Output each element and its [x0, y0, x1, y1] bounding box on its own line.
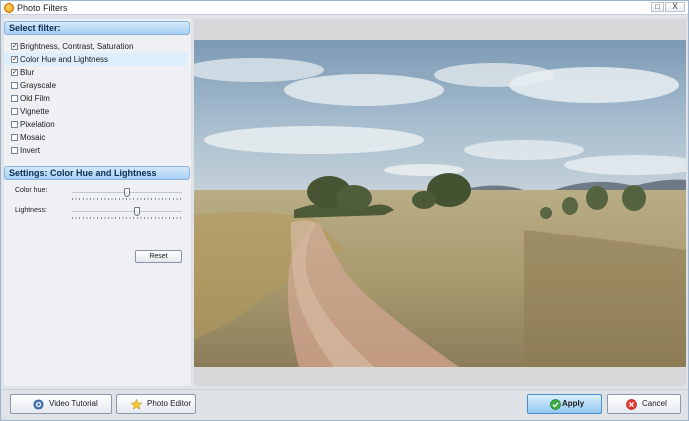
close-button[interactable]: X — [665, 2, 685, 12]
filter-checkbox[interactable] — [11, 108, 18, 115]
maximize-button[interactable]: □ — [651, 2, 664, 12]
lightness-label: Lightness: — [15, 207, 47, 214]
filter-item-mosaic[interactable]: Mosaic — [4, 131, 188, 144]
settings-header: Settings: Color Hue and Lightness — [4, 166, 190, 180]
preview-photo — [194, 40, 686, 367]
photo-editor-button[interactable]: Photo Editor — [116, 394, 196, 414]
lightness-slider[interactable] — [72, 203, 182, 225]
filter-list: ✓ Brightness, Contrast, Saturation ✓ Col… — [4, 40, 188, 157]
cancel-label: Cancel — [642, 399, 667, 408]
color-hue-label: Color hue: — [15, 187, 48, 194]
video-tutorial-icon — [33, 399, 44, 410]
filter-item-blur[interactable]: ✓ Blur — [4, 66, 188, 79]
slider-ticks — [72, 198, 182, 200]
slider-thumb[interactable] — [124, 188, 130, 197]
apply-label: Apply — [562, 399, 585, 408]
filter-checkbox[interactable] — [11, 121, 18, 128]
check-circle-icon — [550, 399, 561, 410]
window-title: Photo Filters — [17, 3, 68, 13]
filter-label: Blur — [20, 68, 35, 77]
filter-label: Pixelation — [20, 120, 55, 129]
video-tutorial-button[interactable]: Video Tutorial — [10, 394, 112, 414]
select-filter-header: Select filter: — [4, 21, 190, 35]
slider-thumb[interactable] — [134, 207, 141, 216]
cancel-circle-icon — [626, 399, 637, 410]
filter-checkbox[interactable] — [11, 82, 18, 89]
filter-item-brightness-contrast-saturation[interactable]: ✓ Brightness, Contrast, Saturation — [4, 40, 188, 53]
apply-button[interactable]: Apply — [527, 394, 602, 414]
maximize-icon: □ — [655, 2, 660, 11]
slider-track — [72, 211, 182, 212]
slider-ticks — [72, 217, 182, 219]
filter-checkbox[interactable] — [11, 95, 18, 102]
filter-item-old-film[interactable]: Old Film — [4, 92, 188, 105]
filter-label: Vignette — [20, 107, 50, 116]
star-icon — [131, 399, 142, 410]
filter-label: Invert — [20, 146, 41, 155]
filter-item-vignette[interactable]: Vignette — [4, 105, 188, 118]
filter-label: Brightness, Contrast, Saturation — [20, 42, 134, 51]
filter-label: Color Hue and Lightness — [20, 55, 109, 64]
app-icon — [4, 3, 14, 13]
filter-label: Old Film — [20, 94, 50, 103]
filter-checkbox[interactable]: ✓ — [11, 56, 18, 63]
filter-item-pixelation[interactable]: Pixelation — [4, 118, 188, 131]
photo-filters-window: Photo Filters □ X Select filter: ✓ Brigh… — [0, 0, 689, 421]
filter-item-invert[interactable]: Invert — [4, 144, 188, 157]
filter-label: Mosaic — [20, 133, 46, 142]
filter-checkbox[interactable] — [11, 134, 18, 141]
filter-checkbox[interactable]: ✓ — [11, 69, 18, 76]
filter-checkbox[interactable] — [11, 147, 18, 154]
cancel-button[interactable]: Cancel — [607, 394, 681, 414]
photo-editor-label: Photo Editor — [147, 399, 192, 408]
filter-checkbox[interactable]: ✓ — [11, 43, 18, 50]
reset-button[interactable]: Reset — [135, 250, 182, 263]
title-bar[interactable]: Photo Filters □ X — [1, 1, 688, 15]
filter-label: Grayscale — [20, 81, 57, 90]
video-tutorial-label: Video Tutorial — [49, 399, 98, 408]
filter-item-color-hue-lightness[interactable]: ✓ Color Hue and Lightness — [4, 53, 188, 66]
filter-item-grayscale[interactable]: Grayscale — [4, 79, 188, 92]
